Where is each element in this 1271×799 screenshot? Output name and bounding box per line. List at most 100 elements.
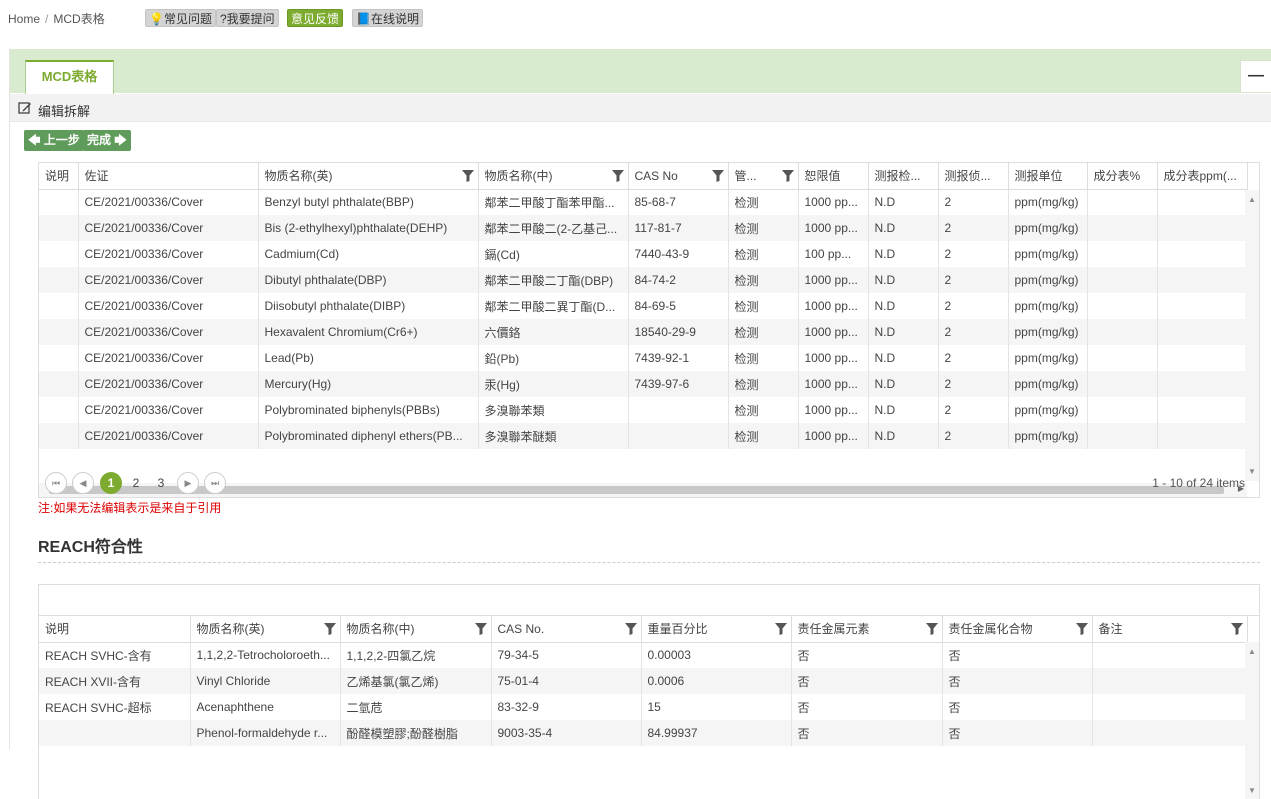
column-header[interactable]: 说明 [39,163,79,190]
table-cell[interactable]: CE/2021/00336/Cover [78,189,259,215]
filter-icon[interactable] [1075,623,1088,635]
filter-icon[interactable] [611,170,624,182]
table-row[interactable]: CE/2021/00336/Cover Mercury(Hg) 汞(Hg) 7439-… [39,371,1248,397]
table-row[interactable]: CE/2021/00336/Cover Cadmium(Cd) 鎘(Cd) 7440-… [39,241,1248,267]
table-cell: 检测 [728,293,799,319]
page-3-button[interactable]: 3 [150,472,172,494]
feedback-button[interactable]: 意见反馈 [287,9,344,27]
table-cell: N.D [868,423,939,449]
column-header[interactable]: 测报检... [868,163,939,190]
filter-icon[interactable] [323,623,336,635]
filter-icon[interactable] [474,623,487,635]
table-cell[interactable]: CE/2021/00336/Cover [78,267,259,293]
table-cell[interactable]: CE/2021/00336/Cover [78,293,259,319]
column-header[interactable]: 测报侦... [938,163,1009,190]
column-header[interactable]: 物质名称(中) [340,616,492,643]
online-help-button[interactable]: 📘在线说明 [352,9,423,27]
table-cell: 检测 [728,267,799,293]
breadcrumb-home[interactable]: Home [8,12,40,26]
column-header[interactable]: 责任金属化合物 [942,616,1093,643]
table-cell: N.D [868,345,939,371]
table-cell [1092,668,1248,694]
column-header[interactable]: 测报单位 [1008,163,1088,190]
ask-question-button[interactable]: ?我要提问 [216,9,279,27]
table-cell: Phenol-formaldehyde r... [190,720,341,746]
table-cell[interactable]: CE/2021/00336/Cover [78,371,259,397]
finish-button[interactable]: 完成 🡆 [83,130,131,151]
column-header[interactable]: 佐证 [78,163,259,190]
column-header-label: CAS No. [497,621,545,636]
page-2-button[interactable]: 2 [125,472,147,494]
filter-icon[interactable] [925,623,938,635]
column-header-label: 说明 [45,169,70,184]
faq-button[interactable]: 💡常见问题 [145,9,216,27]
column-header[interactable]: 管... [728,163,799,190]
column-header[interactable]: CAS No [628,163,729,190]
table-cell[interactable]: CE/2021/00336/Cover [78,319,259,345]
filter-icon[interactable] [461,170,474,182]
column-header[interactable]: 备注 [1092,616,1248,643]
column-header[interactable]: 成分表ppm(... [1157,163,1248,190]
table-cell [39,720,191,746]
filter-icon[interactable] [624,623,637,635]
table-cell: 汞(Hg) [478,371,629,397]
column-header[interactable]: 成分表% [1087,163,1158,190]
prev-page-icon[interactable]: ◀ [72,472,94,494]
first-page-icon[interactable]: ⏮ [45,472,67,494]
table-cell [39,319,79,345]
prev-step-button[interactable]: 🡄 上一步 [24,130,84,151]
table-cell: ppm(mg/kg) [1008,267,1088,293]
reach-section-title: REACH符合性 [38,539,143,556]
table-row[interactable]: CE/2021/00336/Cover Dibutyl phthalate(DBP… [39,267,1248,293]
column-header-label: 物质名称(中) [346,622,415,637]
column-header[interactable]: 责任金属元素 [791,616,943,643]
collapse-button[interactable]: — [1240,60,1271,93]
table-cell[interactable]: CE/2021/00336/Cover [78,397,259,423]
table-row[interactable]: CE/2021/00336/Cover Bis (2-ethylhexyl)pht… [39,215,1248,241]
column-header[interactable]: CAS No. [491,616,642,643]
table-cell: Polybrominated diphenyl ethers(PB... [258,423,479,449]
page-1-button[interactable]: 1 [100,472,122,494]
column-header[interactable]: 物质名称(英) [258,163,479,190]
tab-mcd-table[interactable]: MCD表格 [25,60,114,94]
table-row[interactable]: REACH SVHC-含有 1,1,2,2-Tetrocholoroeth... 1… [39,642,1248,668]
column-header[interactable]: 重量百分比 [641,616,792,643]
table-row[interactable]: CE/2021/00336/Cover Benzyl butyl phthalat… [39,189,1248,215]
tab-strip: MCD表格 — [10,49,1271,94]
table-row[interactable]: CE/2021/00336/Cover Polybrominated biphen… [39,397,1248,423]
table-cell [1157,189,1248,215]
table-cell: N.D [868,267,939,293]
table-cell: 0.00003 [641,642,792,668]
table-cell[interactable]: CE/2021/00336/Cover [78,241,259,267]
column-header[interactable]: 说明 [39,616,191,643]
reach-vertical-scrollbar[interactable]: ▲ ▼ [1245,642,1259,799]
table-cell[interactable]: CE/2021/00336/Cover [78,345,259,371]
filter-icon[interactable] [1230,623,1243,635]
table-cell: ppm(mg/kg) [1008,423,1088,449]
table-cell: 85-68-7 [628,189,729,215]
table-cell: 2 [938,397,1009,423]
filter-icon[interactable] [774,623,787,635]
last-page-icon[interactable]: ⏭ [204,472,226,494]
table-row[interactable]: CE/2021/00336/Cover Polybrominated diphen… [39,423,1248,449]
table-cell[interactable]: CE/2021/00336/Cover [78,423,259,449]
table-row[interactable]: REACH SVHC-超标 Acenaphthene 二氫苊 83-32-9 15 否否 [39,694,1248,720]
table-cell [1087,241,1158,267]
column-header[interactable]: 物质名称(英) [190,616,341,643]
vertical-scrollbar[interactable]: ▲ ▼ [1245,190,1259,481]
table-cell: ppm(mg/kg) [1008,345,1088,371]
table-row[interactable]: CE/2021/00336/Cover Lead(Pb) 鉛(Pb) 7439-92-… [39,345,1248,371]
table-row[interactable]: CE/2021/00336/Cover Hexavalent Chromium(C… [39,319,1248,345]
table-cell: 检测 [728,241,799,267]
column-header[interactable]: 物质名称(中) [478,163,629,190]
column-header[interactable]: 恕限值 [798,163,869,190]
table-row[interactable]: Phenol-formaldehyde r... 酚醛模塑膠;酚醛樹脂 9003-3… [39,720,1248,746]
table-row[interactable]: REACH XVII-含有 Vinyl Chloride 乙烯基氯(氯乙烯) 75-0… [39,668,1248,694]
column-header-label: 测报侦... [944,169,991,184]
table-cell [1087,345,1158,371]
filter-icon[interactable] [781,170,794,182]
table-cell[interactable]: CE/2021/00336/Cover [78,215,259,241]
filter-icon[interactable] [711,170,724,182]
table-row[interactable]: CE/2021/00336/Cover Diisobutyl phthalate(… [39,293,1248,319]
next-page-icon[interactable]: ▶ [177,472,199,494]
